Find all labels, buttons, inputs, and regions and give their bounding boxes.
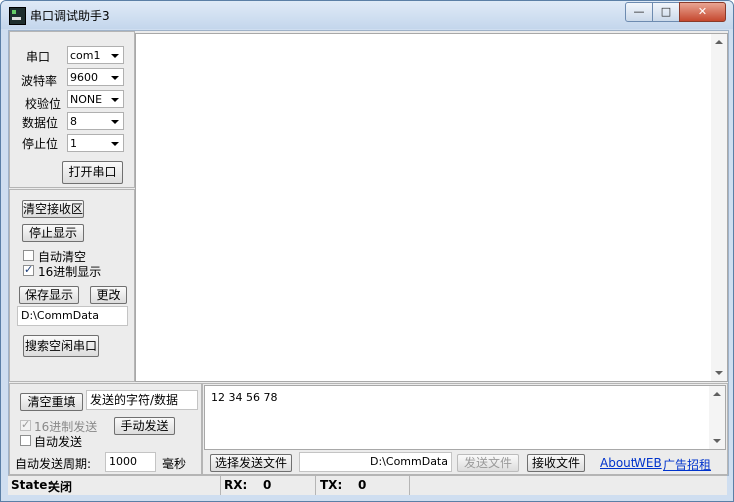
send-text-area[interactable]: 12 34 56 78 [204,385,726,450]
receive-text-area[interactable] [135,33,728,382]
minimize-button[interactable]: — [625,2,653,22]
chevron-down-icon [111,142,119,146]
save-path-field[interactable]: D:\CommData [17,306,128,326]
send-hint-field: 发送的字符/数据 [86,390,198,410]
port-settings-panel: 串口 com1 波特率 9600 校验位 NONE 数据位 8 停止位 1 打开… [9,31,135,188]
stopbits-select[interactable]: 1 [67,134,124,152]
auto-send-label: 自动发送 [34,435,83,449]
state-label: State: [11,478,53,492]
period-unit-label: 毫秒 [162,457,187,471]
send-text: 12 34 56 78 [211,391,278,404]
scroll-up-icon[interactable] [715,40,723,44]
scroll-down-icon[interactable] [715,371,723,375]
receive-scrollbar[interactable] [711,34,727,381]
send-scrollbar[interactable] [709,386,725,449]
port-value: com1 [70,49,101,62]
receive-controls-panel: 清空接收区 停止显示 自动清空 16进制显示 保存显示 更改 D:\CommDa… [9,189,135,382]
change-path-button[interactable]: 更改 [90,286,127,304]
send-controls-panel: 清空重填 发送的字符/数据 16进制发送 手动发送 自动发送 自动发送周期: 1… [9,383,202,475]
window-title: 串口调试助手3 [30,9,110,23]
chevron-down-icon [111,54,119,58]
ad-link[interactable]: 广告招租 [663,456,711,473]
receive-file-button[interactable]: 接收文件 [527,454,585,472]
chevron-down-icon [111,120,119,124]
scroll-up-icon[interactable] [713,392,721,396]
send-file-path-field[interactable]: D:\CommData [299,452,452,472]
about-link[interactable]: About [600,456,635,470]
send-period-label: 自动发送周期: [15,457,92,471]
status-separator [409,476,410,495]
status-bar: State: 关闭 RX: 0 TX: 0 [8,475,727,495]
databits-select[interactable]: 8 [67,112,124,130]
search-port-button[interactable]: 搜索空闲串口 [23,335,99,357]
tx-label: TX: [320,478,343,492]
title-bar[interactable]: 串口调试助手3 — □ ✕ [1,1,733,29]
web-link[interactable]: WEB [634,456,662,470]
main-window: 串口调试助手3 — □ ✕ 串口 com1 波特率 9600 校验位 NONE … [0,0,734,502]
chevron-down-icon [111,98,119,102]
parity-select[interactable]: NONE [67,90,124,108]
stopbits-label: 停止位 [22,137,59,151]
send-file-button[interactable]: 发送文件 [457,454,519,472]
auto-clear-checkbox[interactable] [23,250,34,261]
state-value: 关闭 [48,480,73,494]
tx-value: 0 [358,478,367,492]
hex-send-checkbox[interactable] [20,418,31,431]
maximize-button[interactable]: □ [652,2,680,22]
select-send-file-button[interactable]: 选择发送文件 [210,454,292,472]
parity-label: 校验位 [25,97,62,111]
scroll-down-icon[interactable] [713,439,721,443]
baud-value: 9600 [70,71,98,84]
clear-receive-button[interactable]: 清空接收区 [22,200,84,218]
parity-value: NONE [70,93,103,106]
port-label: 串口 [26,50,51,64]
clear-resend-button[interactable]: 清空重填 [20,393,83,411]
rx-label: RX: [224,478,248,492]
stopbits-value: 1 [70,137,77,150]
status-separator [315,476,316,495]
status-separator [220,476,221,495]
send-period-field[interactable]: 1000 [105,452,156,472]
stop-display-button[interactable]: 停止显示 [22,224,84,242]
close-button[interactable]: ✕ [679,2,726,22]
rx-value: 0 [263,478,272,492]
baud-select[interactable]: 9600 [67,68,124,86]
port-select[interactable]: com1 [67,46,124,64]
hex-display-checkbox[interactable] [23,263,34,276]
databits-label: 数据位 [22,116,59,130]
open-port-button[interactable]: 打开串口 [62,161,123,184]
baud-label: 波特率 [21,74,58,88]
client-area: 串口 com1 波特率 9600 校验位 NONE 数据位 8 停止位 1 打开… [8,30,729,476]
chevron-down-icon [111,76,119,80]
databits-value: 8 [70,115,77,128]
auto-send-checkbox[interactable] [20,435,31,446]
save-display-button[interactable]: 保存显示 [19,286,79,304]
manual-send-button[interactable]: 手动发送 [114,417,175,435]
hex-display-label: 16进制显示 [38,265,102,279]
send-area-panel: 12 34 56 78 选择发送文件 D:\CommData 发送文件 接收文件… [202,383,728,475]
app-icon [9,7,26,25]
